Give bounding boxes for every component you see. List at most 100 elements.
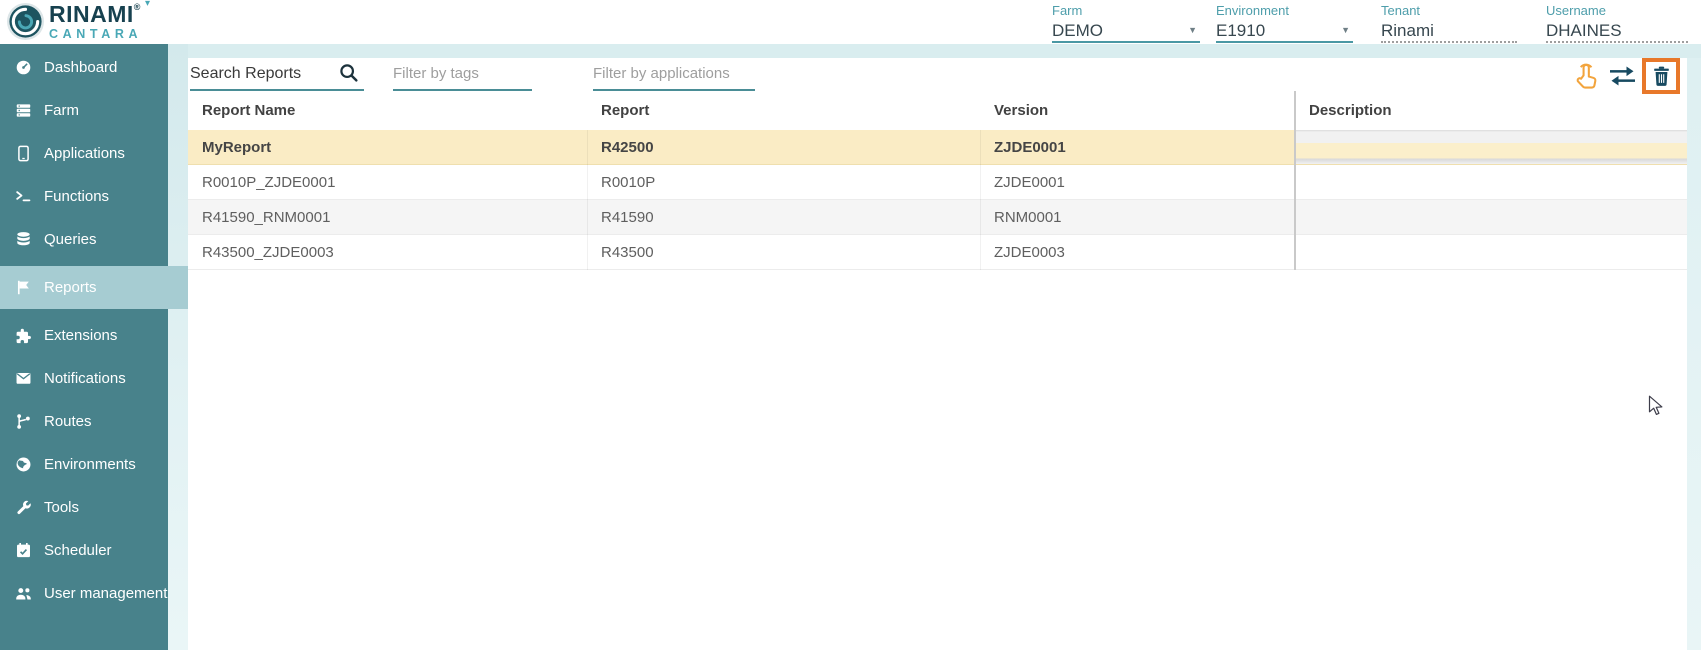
sidebar-item-extensions[interactable]: Extensions [0, 314, 168, 357]
table-row-selected[interactable]: MyReport R42500 ZJDE0001 [188, 130, 1687, 165]
environment-select[interactable]: Environment E1910 ▼ [1216, 3, 1353, 43]
cell-version[interactable]: RNM0001 [980, 200, 1295, 234]
sidebar-item-tools[interactable]: Tools [0, 486, 168, 529]
cell-description[interactable] [1295, 130, 1687, 164]
column-header-report-name[interactable]: Report Name [188, 91, 587, 130]
sidebar-item-functions[interactable]: Functions [0, 175, 168, 218]
sidebar-item-dashboard[interactable]: Dashboard [0, 46, 168, 89]
sidebar-item-label: Reports [44, 279, 97, 296]
sidebar-item-label: Routes [44, 413, 92, 430]
column-divider [980, 130, 981, 270]
cell-version[interactable]: ZJDE0003 [980, 235, 1295, 269]
people-icon [13, 584, 33, 604]
sidebar-item-label: Farm [44, 102, 79, 119]
sidebar-item-environments[interactable]: Environments [0, 443, 168, 486]
column-header-version[interactable]: Version [980, 91, 1295, 130]
swap-arrows-icon[interactable] [1609, 65, 1636, 87]
environment-value: E1910 [1216, 21, 1353, 41]
cell-report[interactable]: R43500 [587, 235, 980, 269]
table-row[interactable]: R43500_ZJDE0003 R43500 ZJDE0003 [188, 235, 1687, 270]
registered-mark: ® [134, 2, 141, 12]
chevron-down-icon[interactable]: ▼ [1188, 25, 1197, 35]
cell-description[interactable] [1295, 165, 1687, 199]
sidebar-item-label: Dashboard [44, 59, 117, 76]
brand-caret-icon: ▾ [145, 0, 150, 9]
farm-value: DEMO [1052, 21, 1200, 41]
reports-table: Report Name Report Version Description M… [188, 91, 1687, 270]
servers-icon [13, 101, 33, 121]
sidebar-item-applications[interactable]: Applications [0, 132, 168, 175]
sidebar-item-label: User management [44, 585, 167, 602]
environment-label: Environment [1216, 3, 1353, 18]
cell-report-name[interactable]: R43500_ZJDE0003 [188, 235, 587, 269]
username-value: DHAINES [1546, 21, 1688, 41]
sidebar-item-user-management[interactable]: User management [0, 572, 168, 615]
cell-description[interactable] [1295, 200, 1687, 234]
calendar-check-icon [13, 541, 33, 561]
sidebar-item-farm[interactable]: Farm [0, 89, 168, 132]
brand-subname: CANTARA [49, 28, 142, 41]
sidebar-item-queries[interactable]: Queries [0, 218, 168, 261]
touch-icon[interactable] [1572, 60, 1602, 92]
tags-filter-field[interactable] [393, 58, 532, 91]
cell-report-name[interactable]: R0010P_ZJDE0001 [188, 165, 587, 199]
toolbar-actions [1572, 56, 1680, 96]
sidebar-item-reports[interactable]: Reports [0, 266, 188, 309]
delete-button[interactable] [1642, 58, 1680, 94]
brand-logo: RINAMI® ▾ CANTARA [6, 2, 142, 41]
farm-label: Farm [1052, 3, 1200, 18]
column-header-report[interactable]: Report [587, 91, 980, 130]
table-row[interactable]: R41590_RNM0001 R41590 RNM0001 [188, 200, 1687, 235]
cell-report[interactable]: R42500 [587, 130, 980, 164]
search-icon[interactable] [338, 62, 360, 84]
cell-report-name[interactable]: MyReport [188, 130, 587, 164]
trash-icon [1653, 66, 1670, 86]
sidebar: Dashboard Farm Applications Functions Qu… [0, 44, 168, 650]
tenant-value: Rinami [1381, 21, 1517, 41]
sidebar-item-label: Functions [44, 188, 109, 205]
applications-filter-field[interactable] [593, 58, 755, 91]
envelope-icon [13, 369, 33, 389]
cell-report[interactable]: R0010P [587, 165, 980, 199]
pane-divider [1294, 91, 1296, 270]
sidebar-item-label: Applications [44, 145, 125, 162]
mouse-cursor [1648, 395, 1665, 418]
branch-icon [13, 412, 33, 432]
tablet-icon [13, 144, 33, 164]
top-header: RINAMI® ▾ CANTARA Farm DEMO ▼ Environmen… [0, 0, 1701, 44]
flag-icon [13, 278, 33, 298]
main-content: Report Name Report Version Description M… [188, 58, 1687, 650]
chevron-down-icon[interactable]: ▼ [1341, 25, 1350, 35]
toolbar-band [168, 44, 1701, 58]
brand-name: RINAMI® [49, 3, 142, 26]
tags-filter-input[interactable] [393, 58, 532, 89]
username-label: Username [1546, 3, 1688, 18]
table-row[interactable]: R0010P_ZJDE0001 R0010P ZJDE0001 [188, 165, 1687, 200]
sidebar-item-routes[interactable]: Routes [0, 400, 168, 443]
cell-report-name[interactable]: R41590_RNM0001 [188, 200, 587, 234]
cell-description[interactable] [1295, 235, 1687, 269]
sidebar-item-notifications[interactable]: Notifications [0, 357, 168, 400]
brand-logo-icon [6, 2, 45, 41]
wrench-icon [13, 498, 33, 518]
sidebar-item-label: Tools [44, 499, 79, 516]
applications-filter-input[interactable] [593, 58, 755, 89]
sidebar-item-label: Scheduler [44, 542, 112, 559]
column-divider [587, 130, 588, 270]
right-margin-strip [1687, 58, 1701, 650]
cell-report[interactable]: R41590 [587, 200, 980, 234]
table-header-row: Report Name Report Version Description [188, 91, 1687, 130]
sidebar-item-scheduler[interactable]: Scheduler [0, 529, 168, 572]
tenant-label: Tenant [1381, 3, 1517, 18]
column-header-description[interactable]: Description [1295, 91, 1687, 130]
sidebar-item-label: Environments [44, 456, 136, 473]
cell-version[interactable]: ZJDE0001 [980, 130, 1295, 164]
farm-select[interactable]: Farm DEMO ▼ [1052, 3, 1200, 43]
puzzle-icon [13, 326, 33, 346]
username-field: Username DHAINES [1546, 3, 1688, 43]
tenant-field: Tenant Rinami [1381, 3, 1517, 43]
globe-icon [13, 455, 33, 475]
cell-version[interactable]: ZJDE0001 [980, 165, 1295, 199]
database-icon [13, 230, 33, 250]
left-margin-strip [168, 44, 188, 650]
